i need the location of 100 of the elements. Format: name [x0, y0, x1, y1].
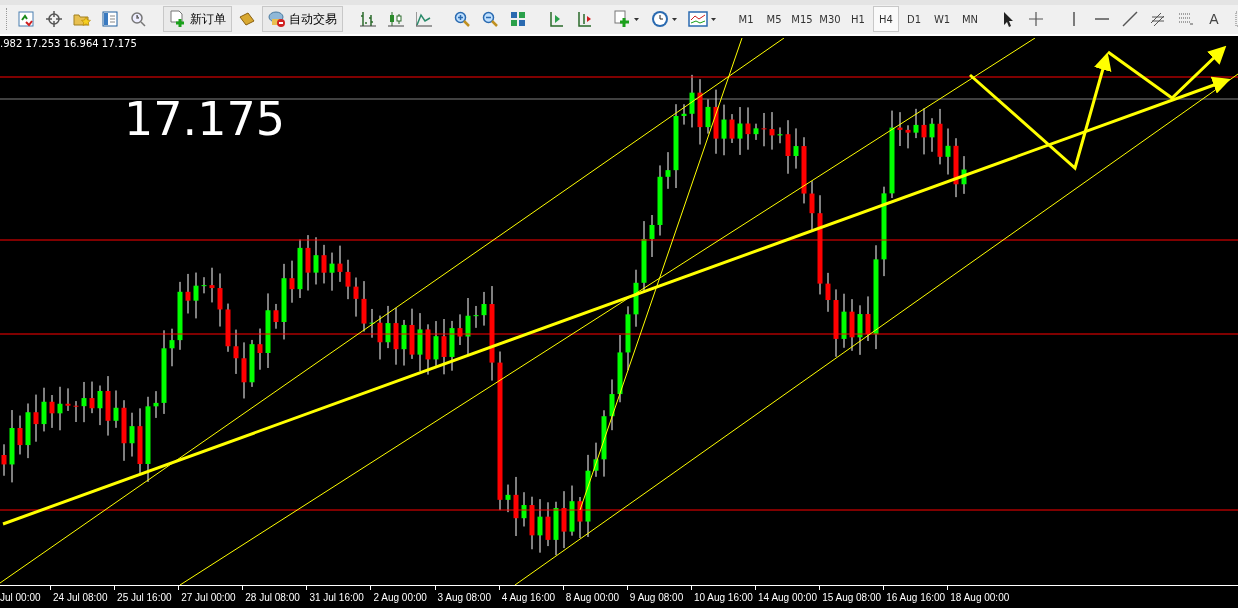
candle [657, 164, 663, 236]
candle [737, 106, 743, 156]
candle [601, 409, 607, 477]
candle [417, 312, 423, 372]
candle [521, 491, 527, 527]
candle [913, 108, 919, 139]
candle [25, 402, 31, 459]
time-label: 31 Jul 16:00 [309, 591, 364, 605]
candle [121, 399, 127, 462]
new-order-button[interactable]: 新订单 [163, 6, 232, 33]
candle [97, 384, 103, 426]
candle [305, 234, 311, 291]
candle [553, 501, 559, 556]
candle [289, 260, 295, 304]
candle [401, 319, 407, 366]
candle [865, 295, 871, 342]
candle [857, 304, 863, 356]
time-label: 15 Aug 08:00 [822, 591, 882, 605]
time-label: 28 Jul 08:00 [245, 591, 300, 605]
candle [561, 490, 567, 549]
candle [297, 238, 303, 299]
candle [409, 308, 415, 360]
candle [689, 74, 695, 128]
candle [177, 281, 183, 351]
candle [625, 305, 631, 371]
timeframe-button[interactable]: H4 [873, 6, 899, 33]
timeframe-button[interactable]: M1 [733, 6, 759, 33]
document-plus-icon [169, 10, 187, 29]
ohlc-readout: .982 17.253 16.964 17.175 [0, 37, 137, 49]
candle [785, 119, 791, 175]
candle [849, 298, 855, 352]
timeframe-button[interactable]: W1 [929, 6, 955, 33]
candle [633, 269, 639, 328]
time-label: 16 Aug 16:00 [886, 591, 946, 605]
candle [17, 414, 23, 455]
candle [57, 386, 63, 431]
candle [729, 113, 735, 144]
candle [745, 106, 751, 151]
candle [841, 293, 847, 349]
candle [777, 126, 783, 144]
candle [713, 89, 719, 155]
time-label: 14 Aug 00:00 [758, 591, 817, 605]
candle [169, 328, 175, 367]
candle [369, 308, 375, 339]
timeframe-button[interactable]: D1 [901, 6, 927, 33]
auto-trading-button[interactable]: 自动交易 [262, 6, 343, 33]
time-label: 25 Jul 16:00 [117, 591, 172, 605]
candle [73, 400, 79, 423]
timeframe-button[interactable]: H1 [845, 6, 871, 33]
candle [825, 272, 831, 313]
time-label: 10 Aug 16:00 [693, 591, 753, 605]
time-label: 24 Jul 08:00 [53, 591, 108, 605]
candle [105, 375, 111, 436]
candle [897, 111, 903, 147]
candle [801, 136, 807, 204]
candle [193, 271, 199, 319]
candle [449, 320, 455, 372]
timeframe-button[interactable]: MN [957, 6, 983, 33]
time-label: 4 Aug 16:00 [501, 591, 556, 605]
timeframe-button[interactable]: M15 [789, 6, 815, 33]
candle [233, 329, 239, 375]
candle [129, 412, 135, 457]
candle [593, 442, 599, 478]
candle [953, 137, 959, 198]
candle [225, 302, 231, 353]
candle [457, 313, 463, 346]
candle [393, 307, 399, 366]
candle [721, 104, 727, 156]
candle [273, 303, 279, 330]
candle [809, 180, 815, 232]
candle [441, 318, 447, 375]
candle [921, 107, 927, 155]
candle [665, 151, 671, 190]
candle [337, 245, 343, 283]
candle [41, 387, 47, 432]
candle [1, 443, 7, 477]
candle [361, 280, 367, 332]
candle [81, 381, 87, 423]
text-tool-button[interactable]: A [1201, 6, 1227, 33]
candle [209, 267, 215, 303]
candle [473, 305, 479, 329]
time-label: 8 Aug 00:00 [565, 591, 620, 605]
candle [961, 155, 967, 195]
candle [185, 273, 191, 314]
timeframe-button[interactable]: M5 [761, 6, 787, 33]
timeframe-button[interactable]: M30 [817, 6, 843, 33]
candle [833, 288, 839, 358]
candle [529, 496, 535, 550]
candle [697, 78, 703, 145]
candle [377, 315, 383, 360]
candle [321, 244, 327, 284]
time-label: 18 Aug 00:00 [950, 591, 1010, 605]
candle [353, 276, 359, 317]
candle [649, 214, 655, 258]
candle [681, 103, 687, 125]
candle [929, 117, 935, 153]
candle [49, 394, 55, 429]
candle [425, 323, 431, 375]
candle [617, 334, 623, 403]
candle [705, 98, 711, 134]
